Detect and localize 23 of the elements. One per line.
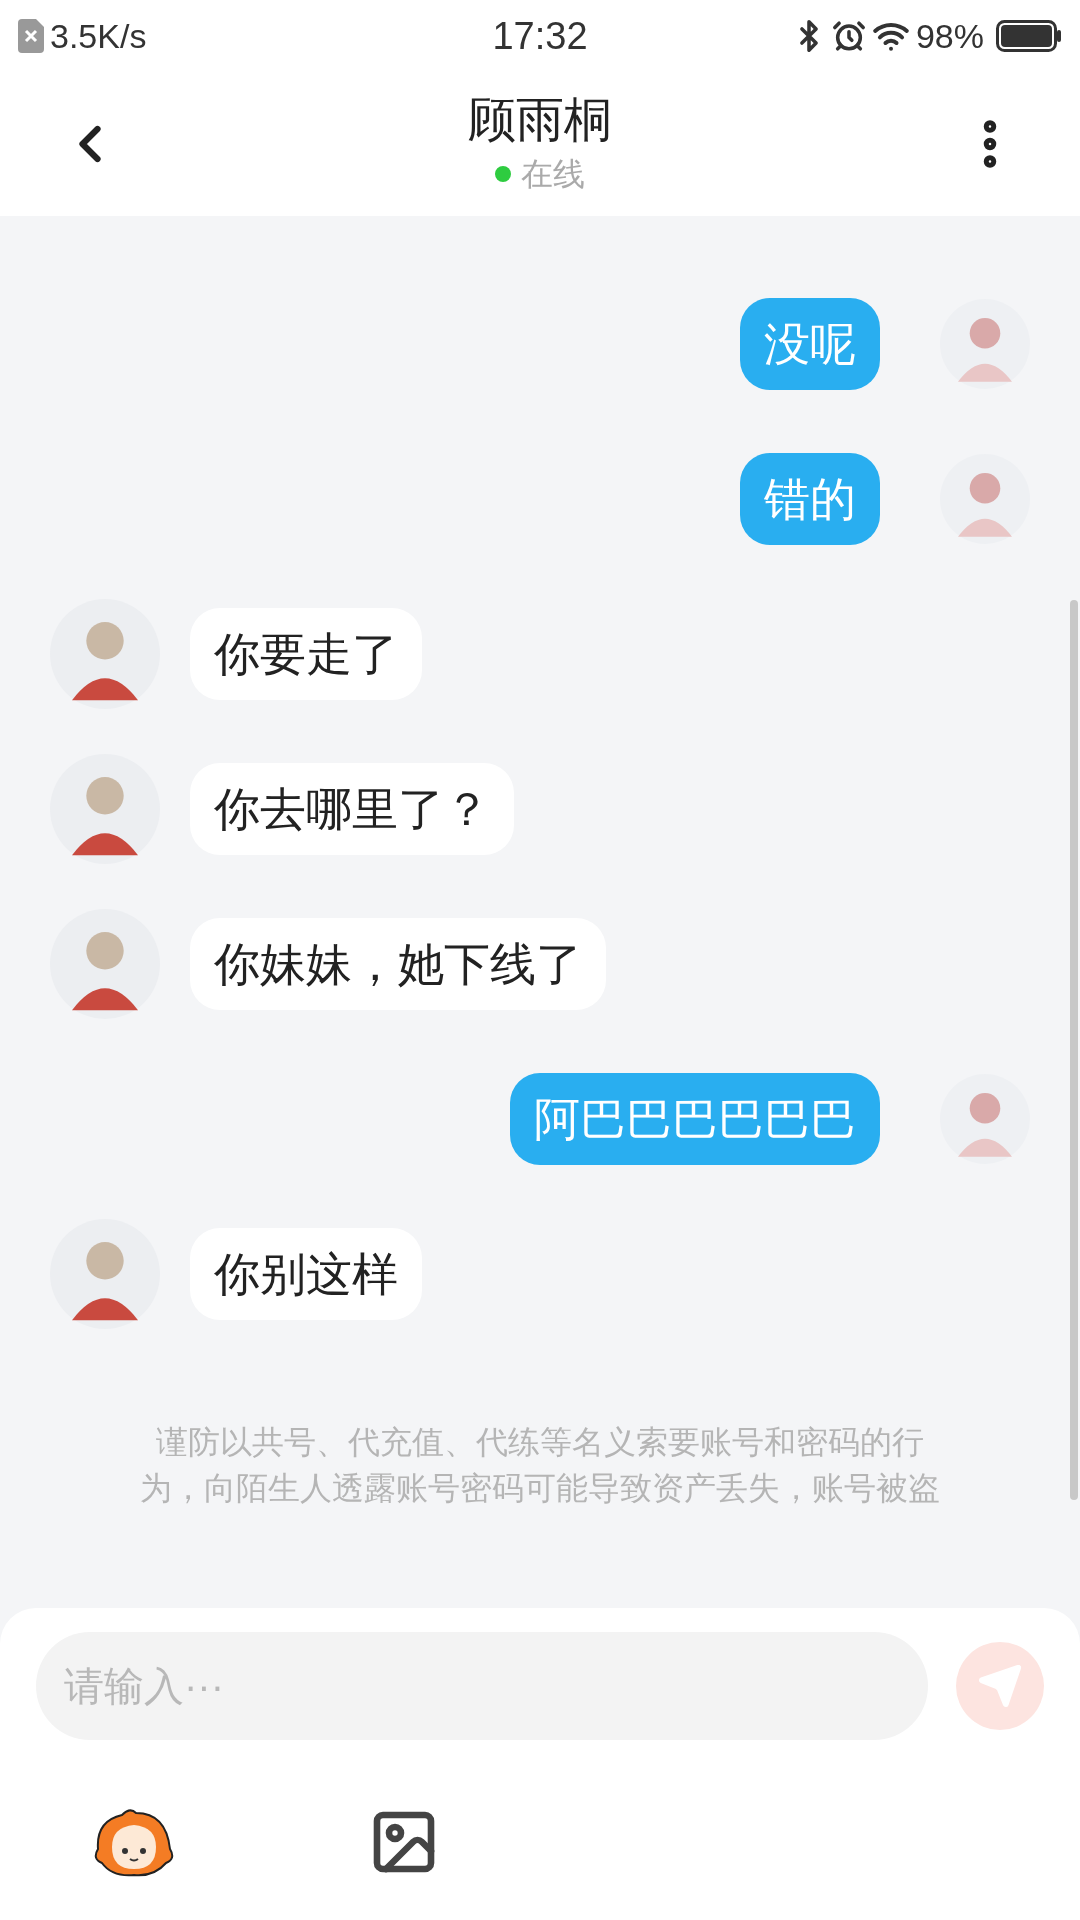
message-bubble: 阿巴巴巴巴巴巴 bbox=[510, 1073, 880, 1165]
message-bubble: 你要走了 bbox=[190, 608, 422, 700]
message-bubble: 你别这样 bbox=[190, 1228, 422, 1320]
security-notice: 谨防以共号、代充值、代练等名义索要账号和密码的行为，向陌生人透露账号密码可能导致资产丢失，账号被盗 bbox=[139, 1423, 941, 1508]
sim-icon bbox=[18, 19, 44, 53]
battery-level: 98% bbox=[915, 15, 984, 57]
contact-name: 顾雨桐 bbox=[468, 92, 612, 148]
message-input[interactable]: 请输入··· bbox=[36, 1632, 928, 1740]
avatar[interactable] bbox=[50, 1219, 160, 1329]
battery-icon bbox=[996, 20, 1062, 52]
avatar[interactable] bbox=[50, 909, 160, 1019]
mascot-icon[interactable] bbox=[92, 1807, 176, 1877]
avatar[interactable] bbox=[50, 599, 160, 709]
message-bubble: 你去哪里了？ bbox=[190, 763, 514, 855]
message-bubble: 没呢 bbox=[740, 298, 880, 390]
network-speed: 3.5K/s bbox=[50, 15, 147, 57]
avatar[interactable] bbox=[50, 754, 160, 864]
alarm-icon bbox=[831, 19, 866, 53]
clock-time: 17:32 bbox=[492, 13, 588, 59]
online-status: 在线 bbox=[521, 155, 585, 194]
message-bubble: 你妹妹，她下线了 bbox=[190, 918, 606, 1010]
send-icon bbox=[977, 1663, 1023, 1709]
message-bubble: 错的 bbox=[740, 453, 880, 545]
